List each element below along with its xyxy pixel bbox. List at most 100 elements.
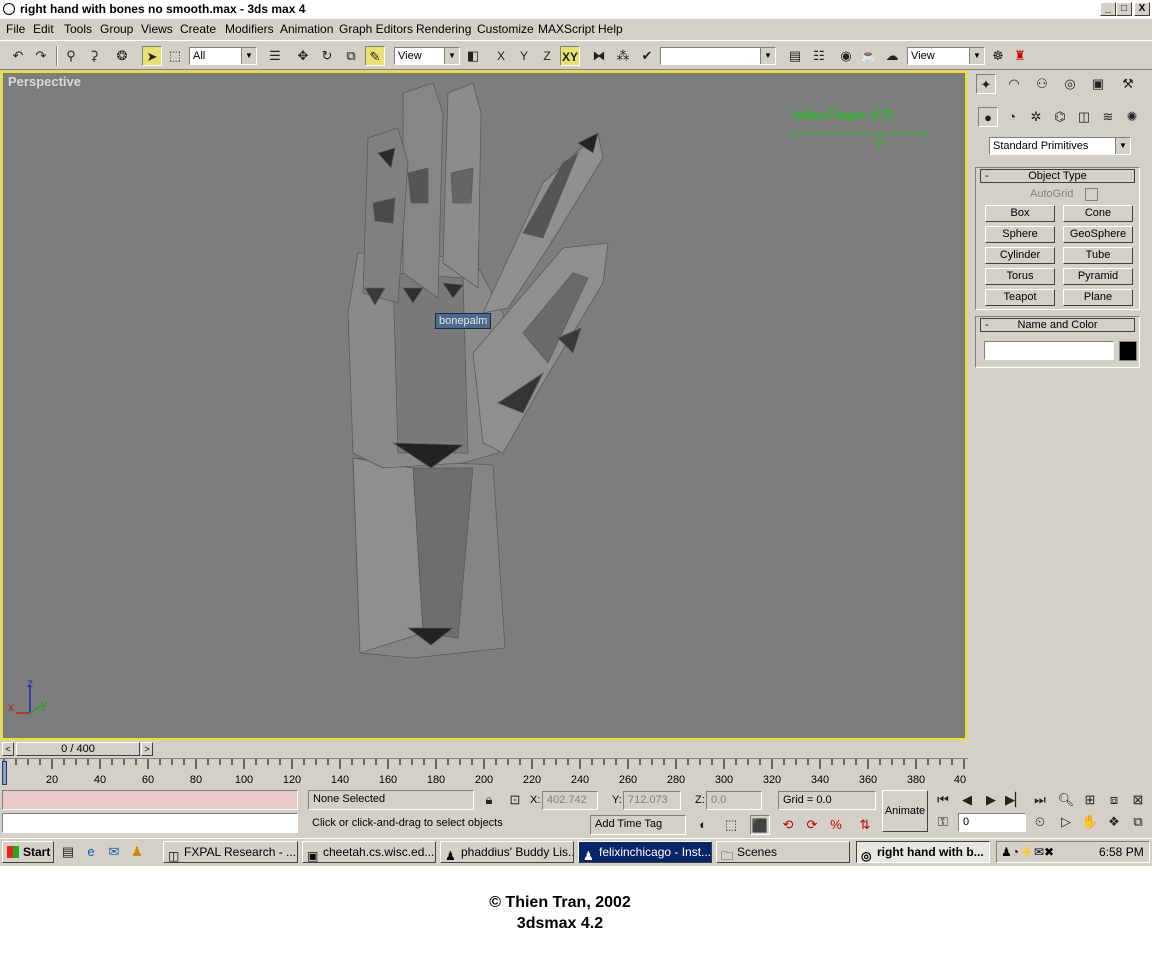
material-editor-icon[interactable]: ◉ xyxy=(836,46,856,66)
hand-mesh[interactable] xyxy=(3,73,965,738)
object-color-swatch[interactable] xyxy=(1119,341,1137,361)
aim-icon[interactable]: ♟ xyxy=(128,842,146,862)
render-type-dropdown[interactable]: View ▼ xyxy=(907,47,985,65)
window-crossing-icon[interactable]: ◐ xyxy=(693,815,713,835)
maximize-button[interactable]: □ xyxy=(1116,2,1132,16)
restrict-y-button[interactable]: Y xyxy=(514,46,534,66)
field-of-view-icon[interactable]: ▷ xyxy=(1056,812,1076,832)
task-buddy-list[interactable]: ♟ phaddius' Buddy Lis... xyxy=(440,841,574,863)
lights-icon[interactable]: ✲ xyxy=(1026,107,1046,127)
tray-icons[interactable]: ♟◔⚡✉✖ xyxy=(1001,845,1054,859)
primitive-category-dropdown[interactable]: Standard Primitives ▼ xyxy=(989,137,1131,155)
modify-tab-icon[interactable]: ◠ xyxy=(1004,74,1024,94)
menu-maxscript[interactable]: MAXScript xyxy=(538,22,595,36)
menu-create[interactable]: Create xyxy=(180,22,216,36)
pan-icon[interactable]: ✋ xyxy=(1080,812,1100,832)
tube-button[interactable]: Tube xyxy=(1063,247,1133,264)
arc-rotate-icon[interactable]: ❖ xyxy=(1104,812,1124,832)
array-icon[interactable]: ⁂ xyxy=(613,46,633,66)
name-and-color-header[interactable]: - Name and Color xyxy=(980,318,1135,332)
maxscript-input[interactable] xyxy=(2,813,298,833)
scale-icon[interactable]: ⧉ xyxy=(341,46,361,66)
restrict-z-button[interactable]: Z xyxy=(537,46,557,66)
helpers-icon[interactable]: ◫ xyxy=(1074,107,1094,127)
current-frame-marker[interactable] xyxy=(2,761,7,785)
degradation-override-icon[interactable]: ⬛ xyxy=(750,815,770,835)
reference-coordinate-dropdown[interactable]: View ▼ xyxy=(394,47,460,65)
x-coord-field[interactable]: 402.742 xyxy=(542,791,598,810)
motion-tab-icon[interactable]: ◎ xyxy=(1060,74,1080,94)
menu-file[interactable]: File xyxy=(6,22,25,36)
menu-group[interactable]: Group xyxy=(100,22,133,36)
pyramid-button[interactable]: Pyramid xyxy=(1063,268,1133,285)
current-frame-field[interactable]: 0 xyxy=(958,813,1026,832)
task-cheetah[interactable]: ▣ cheetah.cs.wisc.ed... xyxy=(302,841,436,863)
shapes-icon[interactable]: ◔ xyxy=(1002,107,1022,127)
minimize-button[interactable]: _ xyxy=(1100,2,1116,16)
named-selection-dropdown[interactable]: ▼ xyxy=(660,47,776,65)
redo-icon[interactable]: ↷ xyxy=(31,46,51,66)
bind-space-warp-icon[interactable]: ❂ xyxy=(112,46,132,66)
lock-selection-icon[interactable]: 🔒︎ xyxy=(479,790,499,810)
y-coord-field[interactable]: 712.073 xyxy=(623,791,681,810)
menu-tools[interactable]: Tools xyxy=(64,22,92,36)
sphere-button[interactable]: Sphere xyxy=(985,226,1055,243)
geometry-icon[interactable]: ● xyxy=(978,107,998,127)
schematic-view-icon[interactable]: ☷ xyxy=(809,46,829,66)
cone-button[interactable]: Cone xyxy=(1063,205,1133,222)
select-and-link-icon[interactable]: ⚲ xyxy=(61,46,81,66)
render-icon[interactable]: ♜ xyxy=(1010,46,1030,66)
task-fxpal[interactable]: ◫ FXPAL Research - ... xyxy=(163,841,298,863)
absolute-mode-icon[interactable]: ⊡ xyxy=(505,790,525,810)
object-type-header[interactable]: - Object Type xyxy=(980,169,1135,183)
rotate-icon[interactable]: ↻ xyxy=(317,46,337,66)
zoom-all-icon[interactable]: ⊞ xyxy=(1080,790,1100,810)
snap-toggle-icon[interactable]: ✎ xyxy=(365,46,385,66)
app-icon[interactable] xyxy=(3,3,15,15)
goto-start-icon[interactable]: ⏮ xyxy=(933,790,953,810)
time-slider-next-icon[interactable]: > xyxy=(141,742,153,756)
unlink-icon[interactable]: ⚳ xyxy=(84,46,104,66)
undo-icon[interactable]: ↶ xyxy=(8,46,28,66)
key-mode-icon[interactable]: ⚿ xyxy=(933,812,953,832)
torus-button[interactable]: Torus xyxy=(985,268,1055,285)
add-time-tag-field[interactable]: Add Time Tag xyxy=(590,815,686,835)
menu-customize[interactable]: Customize xyxy=(477,22,534,36)
show-desktop-icon[interactable]: ▤ xyxy=(59,842,77,862)
spinner-snap-icon[interactable]: ⇅ xyxy=(855,815,875,835)
previous-frame-icon[interactable]: ◀ xyxy=(957,790,977,810)
menu-graph-editors[interactable]: Graph Editors xyxy=(339,22,413,36)
goto-end-icon[interactable]: ⏭ xyxy=(1030,790,1050,810)
pivot-center-icon[interactable]: ◧ xyxy=(463,46,483,66)
box-button[interactable]: Box xyxy=(985,205,1055,222)
menu-edit[interactable]: Edit xyxy=(33,22,54,36)
selection-region-icon[interactable]: ⬚ xyxy=(165,46,185,66)
next-frame-icon[interactable]: ▶▏ xyxy=(1005,790,1025,810)
animate-button[interactable]: Animate xyxy=(882,790,928,832)
align-icon[interactable]: ✔ xyxy=(637,46,657,66)
select-by-name-icon[interactable]: ☰ xyxy=(265,46,285,66)
move-icon[interactable]: ✥ xyxy=(293,46,313,66)
time-slider-thumb[interactable]: 0 / 400 xyxy=(16,742,140,756)
render-last-icon[interactable]: ☸ xyxy=(988,46,1008,66)
systems-icon[interactable]: ✺ xyxy=(1122,107,1142,127)
time-slider-prev-icon[interactable]: < xyxy=(2,742,14,756)
perspective-viewport[interactable]: Perspective Index Finger: 0.71 0 1 bonep… xyxy=(1,71,967,740)
menu-views[interactable]: Views xyxy=(141,22,173,36)
teapot-button[interactable]: Teapot xyxy=(985,289,1055,306)
render-scene-icon[interactable]: ☕ xyxy=(859,46,879,66)
task-scenes[interactable]: 🗀 Scenes xyxy=(716,841,850,863)
geosphere-button[interactable]: GeoSphere xyxy=(1063,226,1133,243)
track-bar[interactable]: 20 40 60 80 100 120 140 160 180 200 220 … xyxy=(0,758,968,786)
task-felixinchicago[interactable]: ♟ felixinchicago - Inst... xyxy=(578,841,712,863)
mirror-icon[interactable]: ⧓ xyxy=(589,46,609,66)
time-config-icon[interactable]: ⏲ xyxy=(1030,812,1050,832)
autogrid-checkbox[interactable] xyxy=(1085,188,1098,201)
menu-rendering[interactable]: Rendering xyxy=(416,22,471,36)
play-icon[interactable]: ▶ xyxy=(981,790,1001,810)
zoom-icon[interactable]: 🔍︎ xyxy=(1056,790,1076,810)
create-tab-icon[interactable]: ✦ xyxy=(976,74,996,94)
cameras-icon[interactable]: ⌬ xyxy=(1050,107,1070,127)
cylinder-button[interactable]: Cylinder xyxy=(985,247,1055,264)
menu-animation[interactable]: Animation xyxy=(280,22,333,36)
